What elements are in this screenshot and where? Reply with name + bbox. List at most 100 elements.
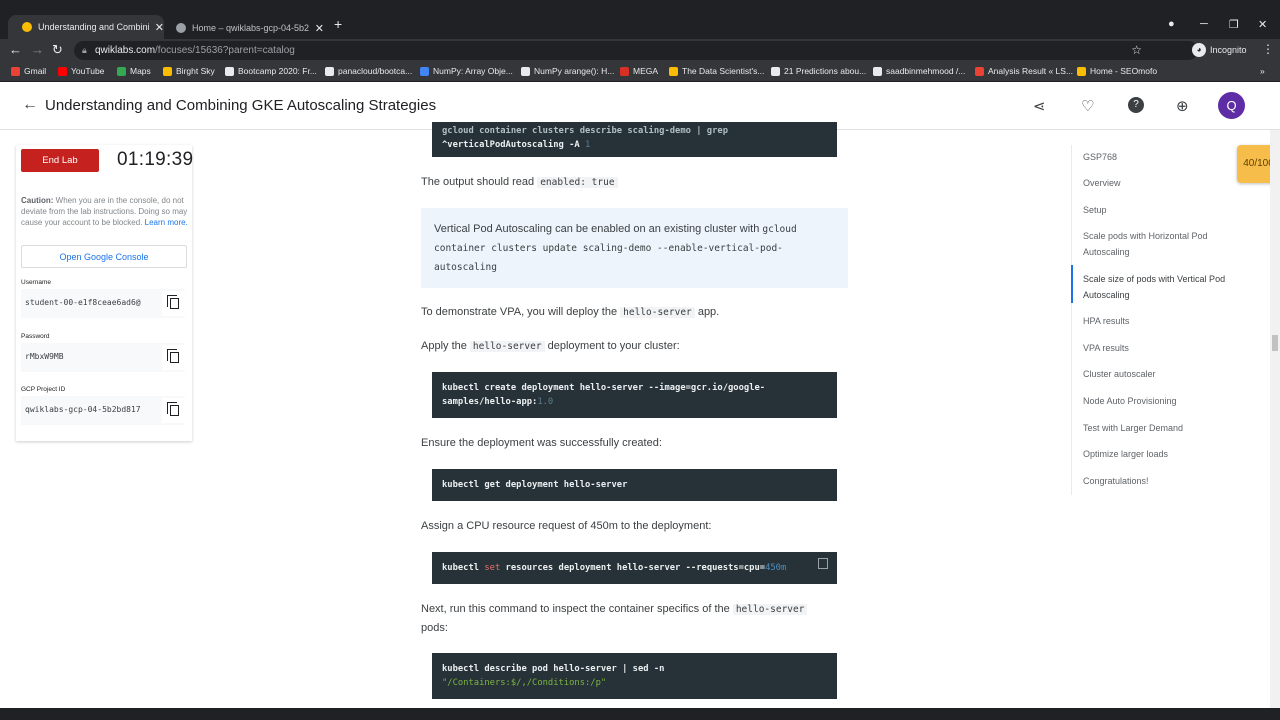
bookmark-icon	[325, 66, 334, 76]
code-block[interactable]: kubectl describe pod hello-server | sed …	[432, 653, 837, 699]
tab-title: Understanding and Combining GKE	[38, 22, 149, 32]
window-bottom-edge	[0, 708, 1280, 720]
bookmark-item[interactable]: panacloud/bootca...	[325, 66, 412, 76]
share-icon[interactable]: ⋖	[1033, 97, 1046, 115]
minimize-icon[interactable]: ─	[1200, 18, 1208, 30]
bookmark-item[interactable]: The Data Scientist's...	[669, 66, 764, 76]
bookmark-icon	[163, 66, 172, 76]
instruction-text: Assign a CPU resource request of 450m to…	[421, 520, 712, 532]
instruction-text: To demonstrate VPA, you will deploy the …	[421, 306, 720, 318]
heart-icon[interactable]: ♡	[1081, 97, 1094, 115]
toc-item[interactable]: Node Auto Provisioning	[1083, 393, 1248, 409]
bookmark-icon	[771, 66, 780, 76]
lab-control-panel: End Lab 01:19:39 Caution: When you are i…	[16, 145, 194, 441]
forward-icon[interactable]: →	[31, 42, 44, 57]
more-menu-icon[interactable]: ⋮	[1262, 42, 1274, 56]
username-field[interactable]: student-00-e1f8ceae6ad6@	[21, 289, 187, 318]
bookmark-icon	[11, 66, 20, 76]
bookmark-item[interactable]: Birght Sky	[163, 66, 215, 76]
password-value: rMbxW9MB	[25, 352, 64, 361]
back-icon[interactable]: ←	[9, 42, 22, 57]
qwiklabs-favicon	[22, 22, 32, 32]
toc-item[interactable]: Cluster autoscaler	[1083, 366, 1248, 382]
new-tab-button[interactable]: +	[334, 16, 342, 32]
toc-item[interactable]: Setup	[1083, 202, 1248, 218]
bookmark-star-icon[interactable]: ☆	[1131, 43, 1142, 57]
more-bookmarks-icon[interactable]: »	[1260, 66, 1265, 76]
close-tab-icon[interactable]: ✕	[315, 22, 324, 35]
incognito-indicator[interactable]: ◕ Incognito	[1192, 43, 1247, 57]
reload-icon[interactable]: ↻	[52, 42, 63, 58]
page-scrollbar[interactable]	[1270, 130, 1280, 708]
toc-item[interactable]: HPA results	[1083, 313, 1248, 329]
code-block[interactable]: gcloud container clusters describe scali…	[432, 122, 837, 157]
browser-tab-strip: Understanding and Combining GKE ✕ Home –…	[0, 0, 1280, 39]
bookmark-item[interactable]: Maps	[117, 66, 151, 76]
bookmark-icon	[620, 66, 629, 76]
bookmark-item[interactable]: Home - SEOmofo	[1077, 66, 1157, 76]
toc-divider	[1071, 145, 1072, 495]
scrollbar-thumb[interactable]	[1272, 335, 1278, 351]
globe-favicon	[176, 23, 186, 33]
toc-item[interactable]: VPA results	[1083, 340, 1248, 356]
open-google-console-button[interactable]: Open Google Console	[21, 245, 187, 268]
bookmark-item[interactable]: Gmail	[11, 66, 46, 76]
bookmark-item[interactable]: saadbinmehmood /...	[873, 66, 965, 76]
avatar[interactable]: Q	[1218, 92, 1245, 119]
tab-inactive[interactable]: Home – qwiklabs-gcp-04-5b2... ✕	[162, 17, 324, 39]
bookmark-icon	[420, 66, 429, 76]
bookmark-item[interactable]: MEGA	[620, 66, 658, 76]
toc-item[interactable]: GSP768	[1083, 149, 1248, 165]
close-window-icon[interactable]: ✕	[1258, 18, 1267, 31]
code-block[interactable]: kubectl get deployment hello-server	[432, 469, 837, 501]
restore-icon[interactable]: ❐	[1229, 18, 1239, 31]
bookmark-item[interactable]: NumPy: Array Obje...	[420, 66, 513, 76]
learn-more-link[interactable]: Learn more.	[145, 218, 188, 227]
toc-active-indicator	[1071, 265, 1073, 303]
media-icon[interactable]: ●	[1168, 18, 1175, 30]
toc-item[interactable]: Optimize larger loads	[1083, 446, 1248, 462]
copy-icon[interactable]	[162, 398, 187, 423]
project-id-label: GCP Project ID	[21, 386, 66, 393]
bookmark-item[interactable]: Bootcamp 2020: Fr...	[225, 66, 317, 76]
copy-icon[interactable]	[162, 291, 187, 316]
bookmark-item[interactable]: Analysis Result « LS...	[975, 66, 1073, 76]
toc-item[interactable]: Overview	[1083, 175, 1248, 191]
bookmark-item[interactable]: 21 Predictions abou...	[771, 66, 866, 76]
globe-icon[interactable]: ⊕	[1176, 97, 1189, 115]
toc-item[interactable]: Scale pods with Horizontal Pod Autoscali…	[1083, 228, 1248, 260]
password-field[interactable]: rMbxW9MB	[21, 343, 187, 372]
tab-title: Home – qwiklabs-gcp-04-5b2...	[192, 23, 309, 33]
toc-item[interactable]: Congratulations!	[1083, 473, 1248, 489]
incognito-label: Incognito	[1210, 45, 1247, 55]
copy-code-icon[interactable]	[818, 558, 828, 569]
instruction-text: Apply the hello-server deployment to you…	[421, 340, 680, 352]
bookmark-item[interactable]: NumPy arange(): H...	[521, 66, 614, 76]
copy-icon[interactable]	[162, 345, 187, 370]
lock-icon: 🔒︎	[82, 45, 87, 55]
incognito-icon: ◕	[1192, 43, 1206, 57]
address-bar[interactable]: 🔒︎ qwiklabs.com/focuses/15636?parent=cat…	[74, 41, 1198, 60]
code-block[interactable]: kubectl set resources deployment hello-s…	[432, 552, 837, 584]
help-icon[interactable]: ?	[1128, 97, 1144, 113]
bookmarks-bar: Gmail YouTube Maps Birght Sky Bootcamp 2…	[0, 62, 1280, 82]
toc-item[interactable]: Test with Larger Demand	[1083, 420, 1248, 436]
bookmark-icon	[975, 66, 984, 76]
back-arrow-icon[interactable]: ←	[22, 96, 38, 114]
lab-timer: 01:19:39	[117, 149, 194, 170]
page-title: Understanding and Combining GKE Autoscal…	[45, 97, 437, 114]
bookmark-item[interactable]: YouTube	[58, 66, 104, 76]
project-id-field[interactable]: qwiklabs-gcp-04-5b2bd817	[21, 396, 187, 425]
bookmark-icon	[521, 66, 530, 76]
project-id-value: qwiklabs-gcp-04-5b2bd817	[25, 405, 141, 414]
bookmark-icon	[1077, 66, 1086, 76]
tab-active[interactable]: Understanding and Combining GKE ✕	[8, 15, 164, 39]
toc-item-active[interactable]: Scale size of pods with Vertical Pod Aut…	[1083, 271, 1248, 303]
end-lab-button[interactable]: End Lab	[21, 149, 99, 172]
bookmark-icon	[117, 66, 126, 76]
url-path: /focuses/15636?parent=catalog	[155, 45, 295, 56]
code-block[interactable]: kubectl create deployment hello-server -…	[432, 372, 837, 418]
instruction-text: Next, run this command to inspect the co…	[421, 600, 841, 637]
bookmark-icon	[669, 66, 678, 76]
caution-notice: Caution: When you are in the console, do…	[21, 196, 188, 227]
